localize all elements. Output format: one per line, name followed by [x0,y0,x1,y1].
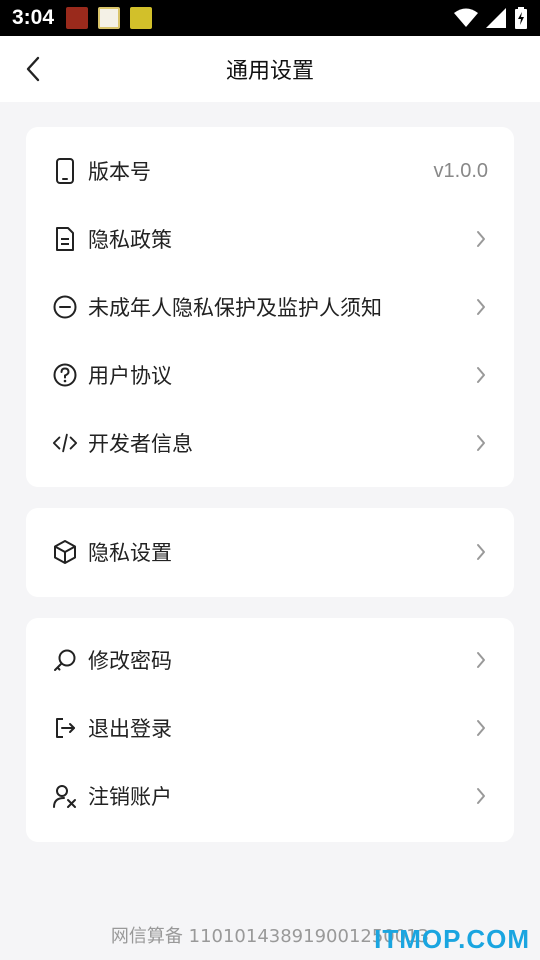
chevron-right-icon [474,229,488,249]
cube-icon [52,539,78,565]
version-value: v1.0.0 [433,159,488,182]
key-icon [52,647,78,673]
logout-row[interactable]: 退出登录 [26,694,514,762]
info-card: 版本号 v1.0.0 隐私政策 未成年人隐私保护及监护人须知 用户协议 开发者信… [26,127,514,487]
logout-label: 退出登录 [88,717,172,741]
app-header: 通用设置 [0,36,540,102]
user-agreement-label: 用户协议 [88,364,172,388]
minus-circle-icon [52,294,78,320]
change-password-label: 修改密码 [88,649,172,673]
version-row: 版本号 v1.0.0 [26,137,514,205]
notification-icons [66,7,153,29]
privacy-policy-row[interactable]: 隐私政策 [26,205,514,273]
privacy-policy-label: 隐私政策 [88,228,172,252]
status-right [454,7,528,29]
developer-info-label: 开发者信息 [88,432,193,456]
status-time: 3:04 [12,6,55,29]
privacy-settings-card: 隐私设置 [26,508,514,597]
version-label: 版本号 [88,160,151,184]
status-bar: 3:04 [0,0,540,36]
chevron-right-icon [474,718,488,738]
code-icon [52,430,78,456]
developer-info-row[interactable]: 开发者信息 [26,409,514,477]
privacy-settings-label: 隐私设置 [88,541,172,565]
signal-icon [486,8,506,28]
app-notification-icon [130,7,153,29]
chevron-right-icon [474,433,488,453]
logout-icon [52,715,78,741]
chevron-right-icon [474,297,488,317]
delete-account-row[interactable]: 注销账户 [26,762,514,830]
minor-privacy-label: 未成年人隐私保护及监护人须知 [88,296,382,320]
delete-account-label: 注销账户 [88,785,172,809]
minor-privacy-row[interactable]: 未成年人隐私保护及监护人须知 [26,273,514,341]
chevron-right-icon [474,365,488,385]
app-notification-icon [66,7,89,29]
account-card: 修改密码 退出登录 注销账户 [26,618,514,842]
document-icon [52,226,78,252]
watermark-logo: ITMOP.COM [374,924,530,954]
chevron-right-icon [474,786,488,806]
battery-icon [515,7,527,29]
chevron-left-icon [26,56,40,82]
back-button[interactable] [18,54,48,84]
question-circle-icon [52,362,78,388]
chevron-right-icon [474,650,488,670]
privacy-settings-row[interactable]: 隐私设置 [26,518,514,586]
page-title: 通用设置 [225,59,314,84]
chevron-right-icon [474,542,488,562]
wifi-icon [454,8,478,27]
phone-icon [52,158,78,184]
user-remove-icon [52,783,78,809]
user-agreement-row[interactable]: 用户协议 [26,341,514,409]
change-password-row[interactable]: 修改密码 [26,626,514,694]
app-notification-icon [98,7,121,29]
